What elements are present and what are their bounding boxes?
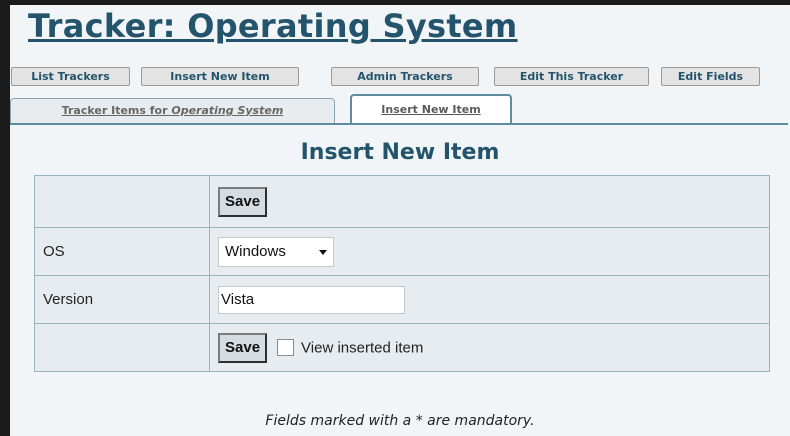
form-row-bottom-save: Save View inserted item: [34, 323, 770, 372]
tab-bar: Tracker Items for Operating System Inser…: [10, 94, 790, 124]
save-button-bottom[interactable]: Save: [218, 332, 268, 363]
tracker-toolbar: List Trackers Insert New Item Admin Trac…: [10, 67, 790, 87]
mandatory-fields-note: Fields marked with a * are mandatory.: [265, 413, 535, 429]
page-title[interactable]: Tracker: Operating System: [28, 7, 518, 45]
insert-panel: Insert New Item Save OS Windows Version …: [10, 123, 788, 436]
edit-this-tracker-button[interactable]: Edit This Tracker: [494, 67, 649, 86]
os-select-value: Windows: [225, 242, 286, 260]
tab-tracker-items-name: Operating System: [171, 104, 284, 117]
form-heading: Insert New Item: [300, 140, 500, 165]
list-trackers-button[interactable]: List Trackers: [11, 67, 130, 86]
page: Tracker: Operating System List Trackers …: [10, 5, 790, 436]
form-row-version: Version Vista: [34, 275, 770, 324]
tab-insert-new-item[interactable]: Insert New Item: [350, 94, 512, 124]
insert-new-item-button[interactable]: Insert New Item: [141, 67, 299, 86]
os-select[interactable]: Windows: [218, 236, 334, 267]
version-input[interactable]: Vista: [218, 285, 405, 314]
admin-trackers-button[interactable]: Admin Trackers: [331, 67, 479, 86]
form-row-top-save: Save: [34, 175, 770, 228]
tab-tracker-items-prefix: Tracker Items for: [61, 104, 172, 117]
form-row-os: OS Windows: [34, 227, 770, 276]
view-inserted-label[interactable]: View inserted item: [301, 339, 423, 356]
view-inserted-checkbox[interactable]: [277, 339, 295, 356]
os-label: OS: [34, 227, 210, 276]
save-button-top[interactable]: Save: [218, 186, 268, 217]
tab-tracker-items[interactable]: Tracker Items for Operating System: [10, 98, 335, 124]
insert-form: Save OS Windows Version Vista Save View i…: [34, 175, 770, 372]
edit-fields-button[interactable]: Edit Fields: [661, 67, 760, 86]
version-label: Version: [34, 275, 210, 324]
dropdown-arrow-icon: [319, 249, 327, 255]
